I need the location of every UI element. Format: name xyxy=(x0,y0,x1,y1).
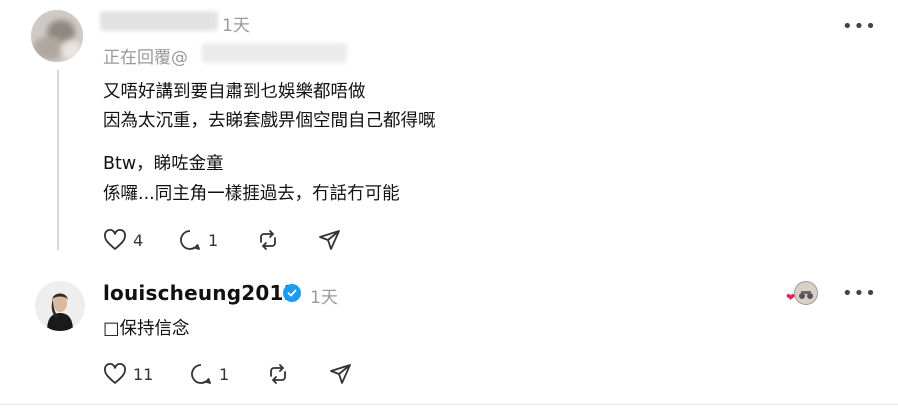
repost-button[interactable] xyxy=(266,363,290,385)
username-redacted[interactable] xyxy=(100,11,218,31)
reply-to-redacted[interactable] xyxy=(202,43,347,63)
heart-icon xyxy=(104,363,126,384)
like-count: 11 xyxy=(133,364,154,384)
share-button[interactable] xyxy=(329,363,353,385)
post-text: □保持信念 xyxy=(103,319,190,339)
post-text-line: 又唔好講到要自肅到乜娛樂都唔做 xyxy=(103,82,366,102)
post-time: 1天 xyxy=(310,288,338,308)
comment-icon xyxy=(191,364,211,384)
like-button[interactable]: 11 xyxy=(103,363,153,385)
repost-button[interactable] xyxy=(256,229,280,251)
reply-post: 1天 正在回覆@ ••• 又唔好講到要自肅到乜娛樂都唔做 因為太沉重，去睇套戲畀… xyxy=(0,0,898,266)
reply-count: 1 xyxy=(219,364,230,384)
reply-button[interactable]: 1 xyxy=(178,229,218,251)
comment-icon xyxy=(180,230,200,250)
heart-icon xyxy=(104,229,126,250)
username[interactable]: louischeung2013 xyxy=(103,281,298,305)
liker-avatar[interactable] xyxy=(794,281,818,305)
share-button[interactable] xyxy=(318,229,342,251)
more-options-icon[interactable]: ••• xyxy=(842,285,877,303)
thread-line xyxy=(57,70,59,250)
reply-to-label: 正在回覆@ xyxy=(103,48,188,68)
more-options-icon[interactable]: ••• xyxy=(842,18,877,36)
repost-icon xyxy=(260,230,276,250)
divider xyxy=(0,404,898,405)
send-icon xyxy=(319,230,340,250)
like-count: 4 xyxy=(133,230,144,250)
liked-heart-icon: ❤ xyxy=(786,291,796,304)
reply-count: 1 xyxy=(208,230,219,250)
verified-badge-icon xyxy=(283,284,301,302)
reply-button[interactable]: 1 xyxy=(189,363,229,385)
post-text-line: 因為太沉重，去睇套戲畀個空間自己都得嘅 xyxy=(103,111,436,131)
post-text-line: Btw，睇咗金童 xyxy=(103,154,224,174)
avatar[interactable] xyxy=(35,281,85,331)
repost-icon xyxy=(270,364,286,384)
post-time: 1天 xyxy=(222,16,250,36)
post-text-line: 係囉...同主角一樣捱過去，冇話冇可能 xyxy=(103,184,400,204)
send-icon xyxy=(330,364,351,384)
like-button[interactable]: 4 xyxy=(103,229,143,251)
avatar-blurred[interactable] xyxy=(31,10,83,62)
